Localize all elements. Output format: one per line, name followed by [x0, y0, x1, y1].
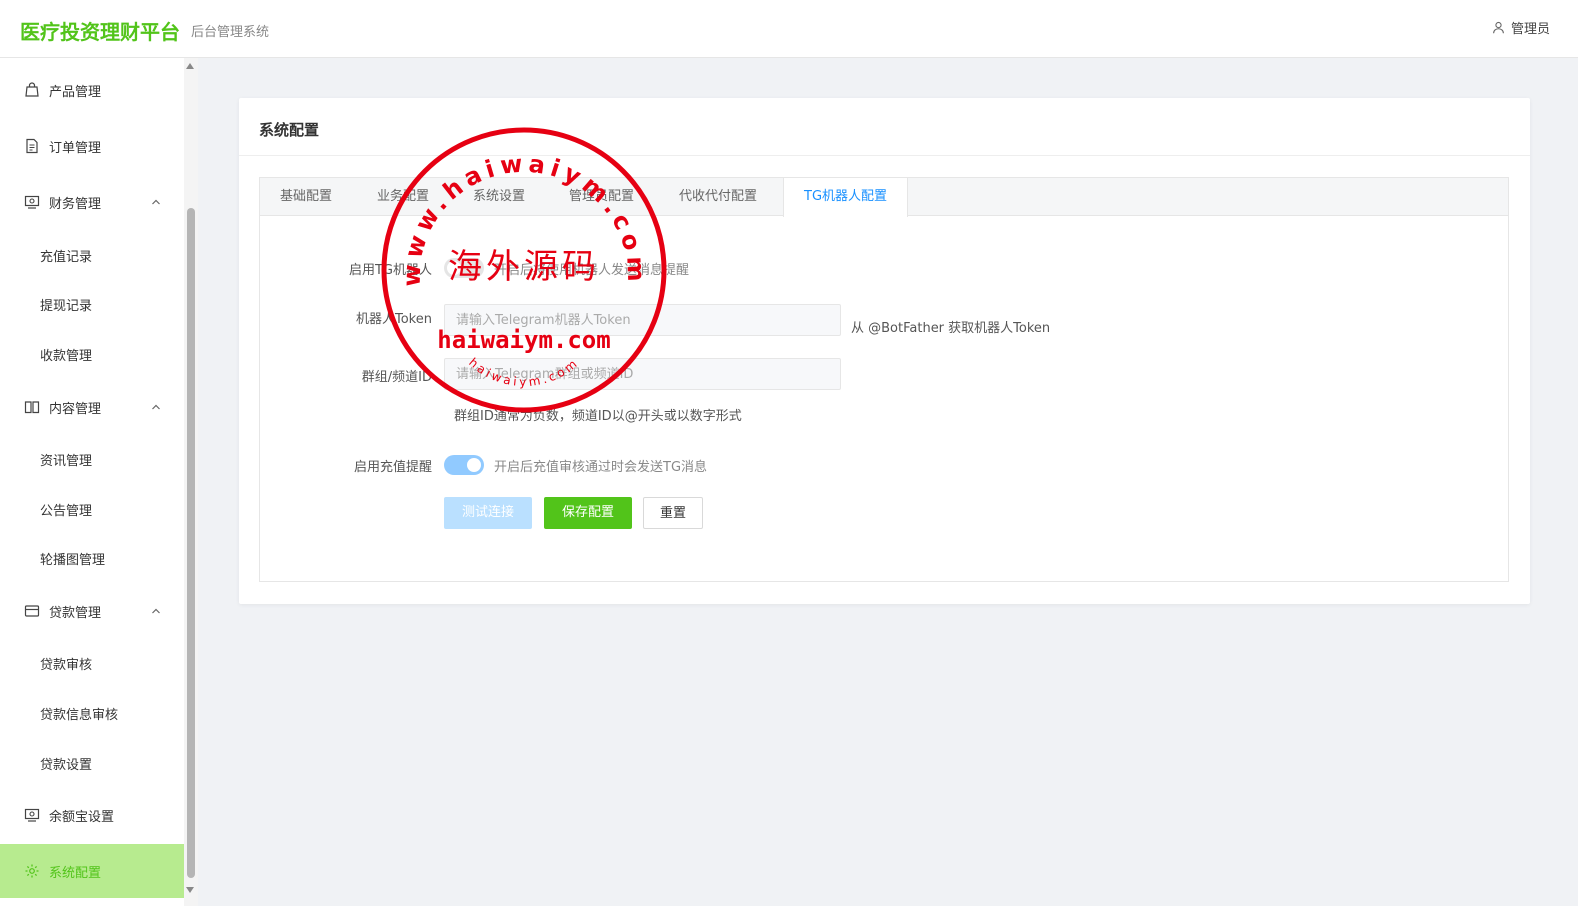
card-divider [239, 155, 1530, 156]
tab-business[interactable]: 业务配置 [357, 178, 449, 216]
user-name: 管理员 [1510, 22, 1550, 37]
sidebar-subitem-recharge-records[interactable]: 充值记录 [0, 235, 184, 275]
tab-tg-bot[interactable]: TG机器人配置 [783, 178, 909, 217]
sidebar-item-label: 内容管理 [49, 401, 102, 417]
sidebar-item-label: 订单管理 [49, 140, 102, 156]
sidebar-item-label: 产品管理 [49, 84, 102, 100]
scroll-down-arrow-icon[interactable] [186, 887, 194, 893]
sidebar-subitem-carousel[interactable]: 轮播图管理 [0, 538, 184, 578]
chat-id-hint: 群组ID通常为负数，频道ID以@开头或以数字形式 [454, 409, 742, 424]
sidebar-item-label: 财务管理 [49, 196, 102, 212]
gear-icon [24, 863, 40, 879]
tabs-panel: 基础配置 业务配置 系统设置 管理员配置 代收代付配置 TG机器人配置 启用TG… [259, 177, 1509, 582]
brand-subtitle: 后台管理系统 [191, 25, 270, 40]
sidebar-subitem-payment-management[interactable]: 收款管理 [0, 334, 184, 374]
sidebar-item-loans[interactable]: 贷款管理 [0, 591, 184, 631]
sidebar-scroll-thumb[interactable] [187, 208, 195, 878]
sidebar-subitem-news[interactable]: 资讯管理 [0, 439, 184, 479]
page-title: 系统配置 [259, 121, 320, 139]
tab-admin[interactable]: 管理员配置 [549, 178, 654, 216]
save-config-button[interactable]: 保存配置 [544, 497, 632, 529]
config-card: 系统配置 基础配置 业务配置 系统设置 管理员配置 代收代付配置 TG机器人配置… [239, 98, 1530, 604]
sidebar-item-products[interactable]: 产品管理 [0, 70, 184, 110]
test-connection-button[interactable]: 测试连接 [444, 497, 532, 529]
chevron-up-icon [152, 404, 160, 410]
sidebar-item-orders[interactable]: 订单管理 [0, 126, 184, 166]
tab-payment-proxy[interactable]: 代收代付配置 [659, 178, 777, 216]
book-icon [24, 399, 40, 415]
sidebar-subitem-announcements[interactable]: 公告管理 [0, 489, 184, 529]
sidebar-item-system-config[interactable]: 系统配置 [0, 844, 184, 898]
sidebar-item-label: 系统配置 [49, 865, 102, 881]
enable-bot-description: 开启后将使用机器人发送消息提醒 [494, 263, 690, 278]
enable-bot-switch[interactable] [444, 258, 484, 278]
switch-knob [467, 458, 481, 472]
document-icon [24, 138, 40, 154]
recharge-notice-label: 启用充值提醒 [353, 460, 432, 475]
recharge-notice-description: 开启后充值审核通过时会发送TG消息 [494, 460, 708, 475]
chat-id-label: 群组/频道ID [361, 370, 432, 385]
sidebar-item-yuebao[interactable]: 余额宝设置 [0, 795, 184, 835]
tab-system[interactable]: 系统设置 [453, 178, 545, 216]
sidebar-subitem-loan-info-review[interactable]: 贷款信息审核 [0, 693, 184, 733]
chat-id-input[interactable] [444, 358, 841, 390]
brand-title[interactable]: 医疗投资理财平台 [20, 16, 180, 45]
tab-bar: 基础配置 业务配置 系统设置 管理员配置 代收代付配置 TG机器人配置 [260, 178, 1508, 217]
reset-button[interactable]: 重置 [643, 497, 703, 529]
top-header: 医疗投资理财平台 后台管理系统 管理员 [0, 0, 1578, 58]
sidebar-item-label: 贷款管理 [49, 605, 102, 621]
bag-icon [24, 82, 40, 98]
sidebar-subitem-loan-review[interactable]: 贷款审核 [0, 643, 184, 683]
user-menu[interactable]: 管理员 [1492, 18, 1550, 37]
tab-basic[interactable]: 基础配置 [260, 178, 352, 216]
user-icon [1493, 21, 1504, 34]
switch-knob [447, 261, 461, 275]
token-label: 机器人Token [356, 312, 432, 327]
card-icon [24, 603, 40, 619]
chevron-up-icon [152, 608, 160, 614]
token-hint: 从 @BotFather 获取机器人Token [851, 321, 1051, 336]
recharge-notice-switch[interactable] [444, 455, 484, 475]
sidebar-item-label: 余额宝设置 [49, 809, 115, 825]
chevron-up-icon [152, 199, 160, 205]
sidebar-item-content[interactable]: 内容管理 [0, 387, 184, 427]
finance-icon [24, 807, 40, 823]
finance-icon [24, 194, 40, 210]
scroll-up-arrow-icon[interactable] [186, 63, 194, 69]
sidebar-subitem-withdraw-records[interactable]: 提现记录 [0, 284, 184, 324]
sidebar-item-finance[interactable]: 财务管理 [0, 182, 184, 222]
sidebar-subitem-loan-settings[interactable]: 贷款设置 [0, 743, 184, 783]
token-input[interactable] [444, 304, 841, 336]
enable-bot-label: 启用TG机器人 [348, 263, 432, 278]
sidebar: 产品管理 订单管理 财务管理 充值记录 提现记录 收款管理 内容管理 资讯管理 … [0, 58, 198, 906]
